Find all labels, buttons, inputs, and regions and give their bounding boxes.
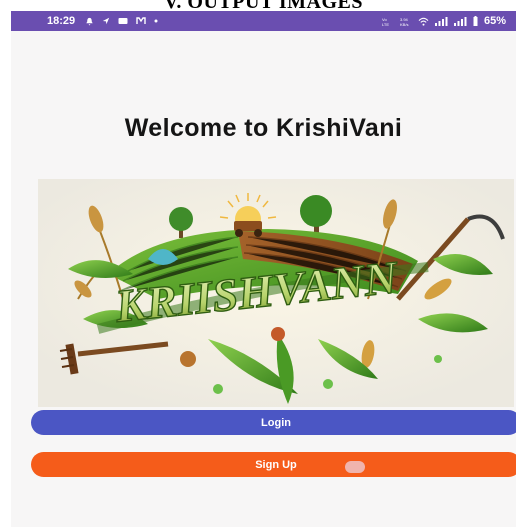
status-icons-right: Vo LTE 3.94 KB/s 65% [382,15,506,27]
welcome-title: Welcome to KrishiVani [124,114,403,142]
status-icons-left [85,17,158,26]
login-button[interactable]: Login [31,410,516,435]
notification-bell-icon [86,17,93,26]
svg-text:LTE: LTE [382,22,389,26]
logo-illustration: KRIISHVANN [38,179,514,407]
status-bar: 18:29 Vo LTE 3.94 KB/s 65% [11,11,516,31]
volte-icon: VoLTE [382,17,389,26]
location-arrow-icon [102,17,110,25]
svg-text:KB/s: KB/s [400,22,408,26]
status-time: 18:29 [47,15,76,27]
signal-icon [434,16,448,26]
phone-screen: 18:29 Vo LTE 3.94 KB/s 65% Welcome to Kris… [11,11,516,527]
signal-icon [453,16,467,26]
battery-percentage: 65% [483,15,506,27]
battery-icon [473,16,478,26]
message-icon [118,18,128,24]
dot-icon [154,19,158,23]
data-speed-icon: 3.94KB/s [400,17,409,26]
wifi-icon [418,17,429,26]
krishivani-logo-image: KRIISHVANN [38,179,514,407]
page: V. OUTPUT IMAGES 18:29 Vo LTE 3.94 KB/s 65… [0,0,527,527]
sign-up-button[interactable]: Sign Up [31,452,516,477]
touch-indicator [345,461,365,473]
m-app-icon [136,17,146,24]
